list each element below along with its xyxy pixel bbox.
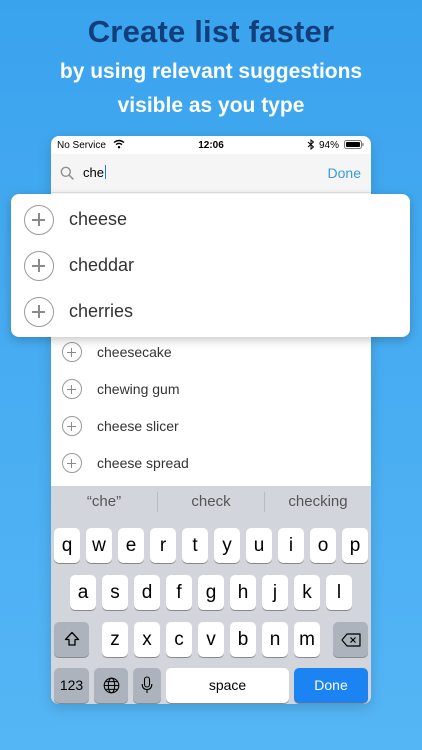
shift-icon: [64, 631, 79, 646]
add-circle-icon[interactable]: [24, 205, 54, 235]
promo-subline-2: visible as you type: [117, 94, 305, 117]
promo-headline: Create list faster: [87, 14, 335, 49]
key-j[interactable]: j: [262, 575, 288, 610]
add-circle-icon[interactable]: [62, 379, 82, 399]
key-w[interactable]: w: [86, 528, 112, 563]
add-circle-icon[interactable]: [62, 453, 82, 473]
key-o[interactable]: o: [310, 528, 336, 563]
keyboard-done-key[interactable]: Done: [294, 668, 368, 703]
key-s[interactable]: s: [102, 575, 128, 610]
suggestion-item[interactable]: cheese: [11, 196, 410, 242]
add-circle-icon[interactable]: [24, 251, 54, 281]
key-t[interactable]: t: [182, 528, 208, 563]
suggestion-label: cheese: [69, 209, 128, 229]
globe-icon: [103, 677, 119, 694]
key-f[interactable]: f: [166, 575, 192, 610]
search-bar: che Done: [51, 154, 371, 193]
promo-subline-1: by using relevant suggestions: [59, 60, 363, 83]
search-input-value: che: [83, 165, 104, 180]
key-g[interactable]: g: [198, 575, 224, 610]
key-u[interactable]: u: [246, 528, 272, 563]
list-item[interactable]: cheesecake: [51, 336, 371, 373]
key-k[interactable]: k: [294, 575, 320, 610]
search-icon: [60, 166, 74, 180]
microphone-icon: [141, 676, 153, 693]
suggestion-item[interactable]: cheddar: [11, 242, 410, 288]
list-item-label: cheese slicer: [97, 418, 179, 434]
prediction-checking[interactable]: checking: [265, 486, 371, 518]
suggestion-label: cheddar: [69, 255, 135, 275]
suggestion-item[interactable]: cherries: [11, 288, 410, 334]
key-z[interactable]: z: [102, 622, 128, 657]
prediction-quoted[interactable]: “che”: [51, 486, 157, 518]
key-a[interactable]: a: [70, 575, 96, 610]
prediction-check[interactable]: check: [158, 486, 264, 518]
search-input[interactable]: che: [83, 164, 313, 182]
key-x[interactable]: x: [134, 622, 160, 657]
done-button[interactable]: Done: [328, 164, 361, 182]
key-y[interactable]: y: [214, 528, 240, 563]
list-item-label: cheese spread: [97, 455, 189, 471]
dictation-key[interactable]: [133, 668, 161, 703]
key-c[interactable]: c: [166, 622, 192, 657]
battery-icon: [344, 140, 364, 149]
key-h[interactable]: h: [230, 575, 256, 610]
list-item-label: chewing gum: [97, 381, 180, 397]
space-key[interactable]: space: [166, 668, 289, 703]
list-item[interactable]: chewing gum: [51, 373, 371, 410]
key-r[interactable]: r: [150, 528, 176, 563]
delete-key[interactable]: [333, 622, 368, 657]
key-q[interactable]: q: [54, 528, 80, 563]
suggestion-callout: cheese cheddar cherries: [11, 194, 410, 337]
list-item[interactable]: cheese slicer: [51, 410, 371, 447]
key-v[interactable]: v: [198, 622, 224, 657]
key-e[interactable]: e: [118, 528, 144, 563]
key-p[interactable]: p: [342, 528, 368, 563]
list-item-label: cheesecake: [97, 344, 172, 360]
key-d[interactable]: d: [134, 575, 160, 610]
battery-percent: 94%: [319, 140, 340, 151]
keyboard: “che” check checking q w e r t y u i o p…: [51, 486, 371, 704]
suggestion-label: cherries: [69, 301, 134, 321]
add-circle-icon[interactable]: [24, 297, 54, 327]
key-l[interactable]: l: [326, 575, 352, 610]
text-caret: [104, 165, 107, 179]
globe-key[interactable]: [94, 668, 128, 703]
list-item[interactable]: cheese spread: [51, 447, 371, 484]
key-b[interactable]: b: [230, 622, 256, 657]
numbers-key[interactable]: 123: [54, 668, 89, 703]
key-i[interactable]: i: [278, 528, 304, 563]
predictive-bar: “che” check checking: [51, 486, 371, 518]
status-bar: No Service 12:06 94%: [51, 136, 371, 154]
add-circle-icon[interactable]: [62, 416, 82, 436]
backspace-icon: [340, 633, 361, 647]
add-circle-icon[interactable]: [62, 342, 82, 362]
bluetooth-icon: [307, 139, 315, 150]
key-n[interactable]: n: [262, 622, 288, 657]
shift-key[interactable]: [54, 622, 89, 657]
key-m[interactable]: m: [294, 622, 320, 657]
